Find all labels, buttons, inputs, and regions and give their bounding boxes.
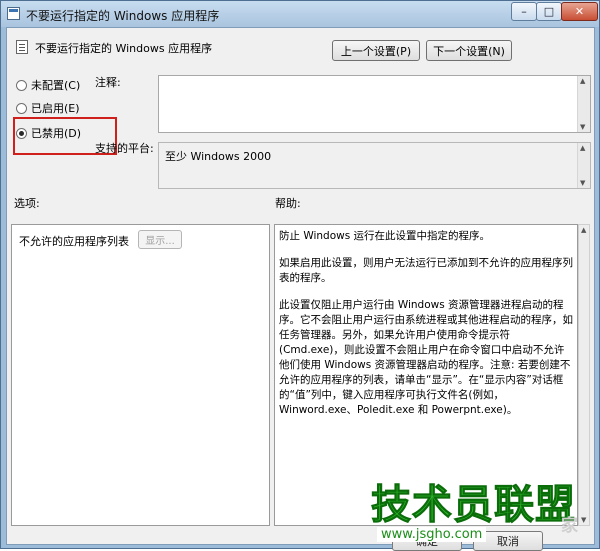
help-paragraph: 如果启用此设置，则用户无法运行已添加到不允许的应用程序列表的程序。	[279, 257, 573, 284]
close-icon: ✕	[574, 5, 585, 18]
radio-enabled-label: 已启用(E)	[31, 102, 80, 115]
next-setting-button[interactable]: 下一个设置(N)	[426, 40, 512, 61]
help-section-label: 帮助:	[275, 197, 301, 210]
setting-title: 不要运行指定的 Windows 应用程序	[35, 42, 213, 55]
help-paragraph: 此设置仅阻止用户运行由 Windows 资源管理器进程启动的程序。它不会阻止用户…	[279, 299, 573, 416]
group-policy-window: 不要运行指定的 Windows 应用程序 – □ ✕ 不要运行指定的 Windo…	[0, 0, 600, 551]
title-bar[interactable]: 不要运行指定的 Windows 应用程序 – □ ✕	[1, 1, 599, 27]
supported-platform-label: 支持的平台:	[95, 142, 154, 155]
policy-app-icon	[7, 7, 20, 20]
help-panel: 防止 Windows 运行在此设置中指定的程序。 如果启用此设置，则用户无法运行…	[274, 224, 578, 526]
minimize-icon: –	[521, 5, 527, 18]
options-panel: 不允许的应用程序列表 显示...	[11, 224, 270, 526]
comment-textarea[interactable]: ▲ ▼	[158, 75, 591, 133]
radio-enabled[interactable]: 已启用(E)	[16, 100, 80, 116]
minimize-button[interactable]: –	[511, 2, 537, 21]
radio-not-configured-circle[interactable]	[16, 79, 27, 91]
help-scrollbar[interactable]: ▲ ▼	[578, 224, 590, 526]
radio-enabled-circle[interactable]	[16, 102, 27, 114]
platform-scrollbar[interactable]: ▲ ▼	[577, 143, 590, 188]
scroll-up-arrow-icon[interactable]: ▲	[580, 77, 585, 85]
scroll-down-arrow-icon[interactable]: ▼	[580, 179, 585, 187]
options-section-label: 选项:	[14, 197, 40, 210]
watermark-extra: 家	[561, 516, 578, 536]
window-title: 不要运行指定的 Windows 应用程序	[26, 9, 220, 23]
scroll-up-arrow-icon[interactable]: ▲	[581, 226, 586, 234]
supported-platform-value: 至少 Windows 2000	[165, 150, 272, 163]
watermark-title: 技术员联盟	[371, 482, 576, 528]
supported-platform-box: 至少 Windows 2000 ▲ ▼	[158, 142, 591, 189]
scroll-down-arrow-icon[interactable]: ▼	[580, 123, 585, 131]
maximize-button[interactable]: □	[536, 2, 562, 21]
dialog-body: 不要运行指定的 Windows 应用程序 上一个设置(P) 下一个设置(N) 未…	[6, 27, 595, 551]
site-watermark: 技术员联盟 家 www.jsgho.com	[371, 483, 600, 550]
maximize-icon: □	[543, 5, 555, 18]
watermark-url: www.jsgho.com	[377, 527, 487, 542]
previous-setting-button[interactable]: 上一个设置(P)	[332, 40, 420, 61]
comment-scrollbar[interactable]: ▲ ▼	[577, 76, 590, 132]
help-paragraph: 防止 Windows 运行在此设置中指定的程序。	[279, 230, 491, 242]
show-list-button[interactable]: 显示...	[138, 230, 182, 249]
radio-not-configured[interactable]: 未配置(C)	[16, 77, 80, 93]
close-button[interactable]: ✕	[561, 2, 598, 21]
disallowed-apps-label: 不允许的应用程序列表	[19, 235, 129, 248]
radio-not-configured-label: 未配置(C)	[31, 79, 81, 92]
scroll-up-arrow-icon[interactable]: ▲	[580, 144, 585, 152]
setting-icon	[16, 40, 28, 54]
comment-label: 注释:	[95, 76, 121, 89]
